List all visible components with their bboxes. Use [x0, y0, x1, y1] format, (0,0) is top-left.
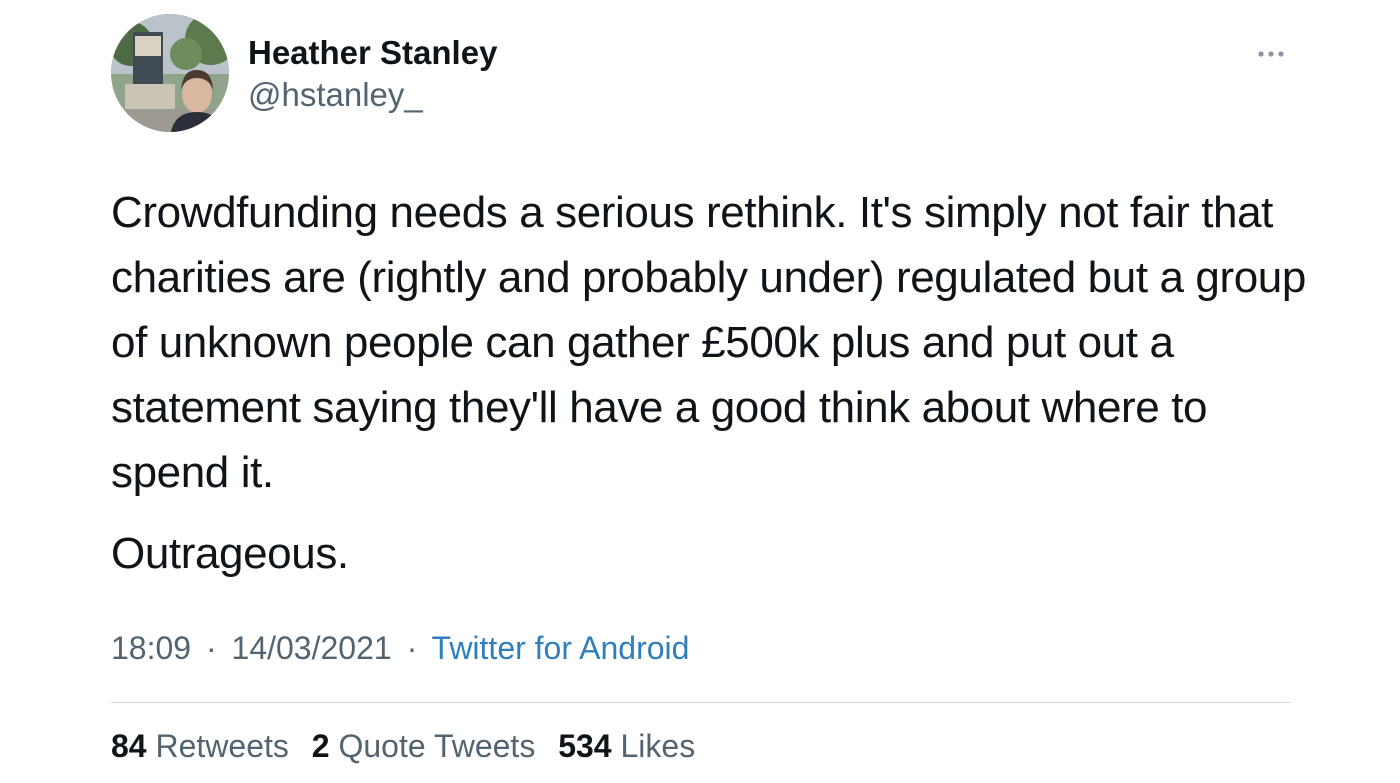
tweet-paragraph: Crowdfunding needs a serious rethink. It…: [111, 188, 1306, 497]
tweet-time[interactable]: 18:09: [111, 630, 191, 666]
likes-label: Likes: [620, 728, 696, 764]
meta-separator: ·: [406, 630, 418, 666]
tweet-text: Crowdfunding needs a serious rethink. It…: [111, 180, 1311, 586]
author-handle[interactable]: @hstanley_: [248, 76, 423, 114]
avatar[interactable]: [111, 14, 229, 132]
tweet-source-link[interactable]: Twitter for Android: [432, 630, 690, 666]
tweet-detail: Heather Stanley @hstanley_ Crowdfunding …: [0, 0, 1400, 783]
quote-tweets-label: Quote Tweets: [338, 728, 536, 764]
likes-count: 534: [558, 728, 612, 764]
retweets-count: 84: [111, 728, 147, 764]
tweet-stats: 84 Retweets 2 Quote Tweets 534 Likes: [111, 728, 709, 765]
quote-tweets-count: 2: [311, 728, 330, 764]
likes-stat[interactable]: 534 Likes: [558, 728, 695, 764]
divider: [111, 702, 1291, 703]
tweet-header: Heather Stanley @hstanley_: [111, 14, 1291, 134]
tweet-paragraph: Outrageous.: [111, 529, 349, 578]
quote-tweets-stat[interactable]: 2 Quote Tweets: [312, 728, 544, 764]
more-horizontal-icon[interactable]: [1255, 42, 1287, 66]
meta-separator: ·: [205, 630, 217, 666]
retweets-stat[interactable]: 84 Retweets: [111, 728, 298, 764]
avatar-image: [111, 14, 229, 132]
retweets-label: Retweets: [155, 728, 289, 764]
tweet-date[interactable]: 14/03/2021: [232, 630, 392, 666]
author-name[interactable]: Heather Stanley: [248, 34, 497, 72]
tweet-meta: 18:09 · 14/03/2021 · Twitter for Android: [111, 630, 689, 667]
